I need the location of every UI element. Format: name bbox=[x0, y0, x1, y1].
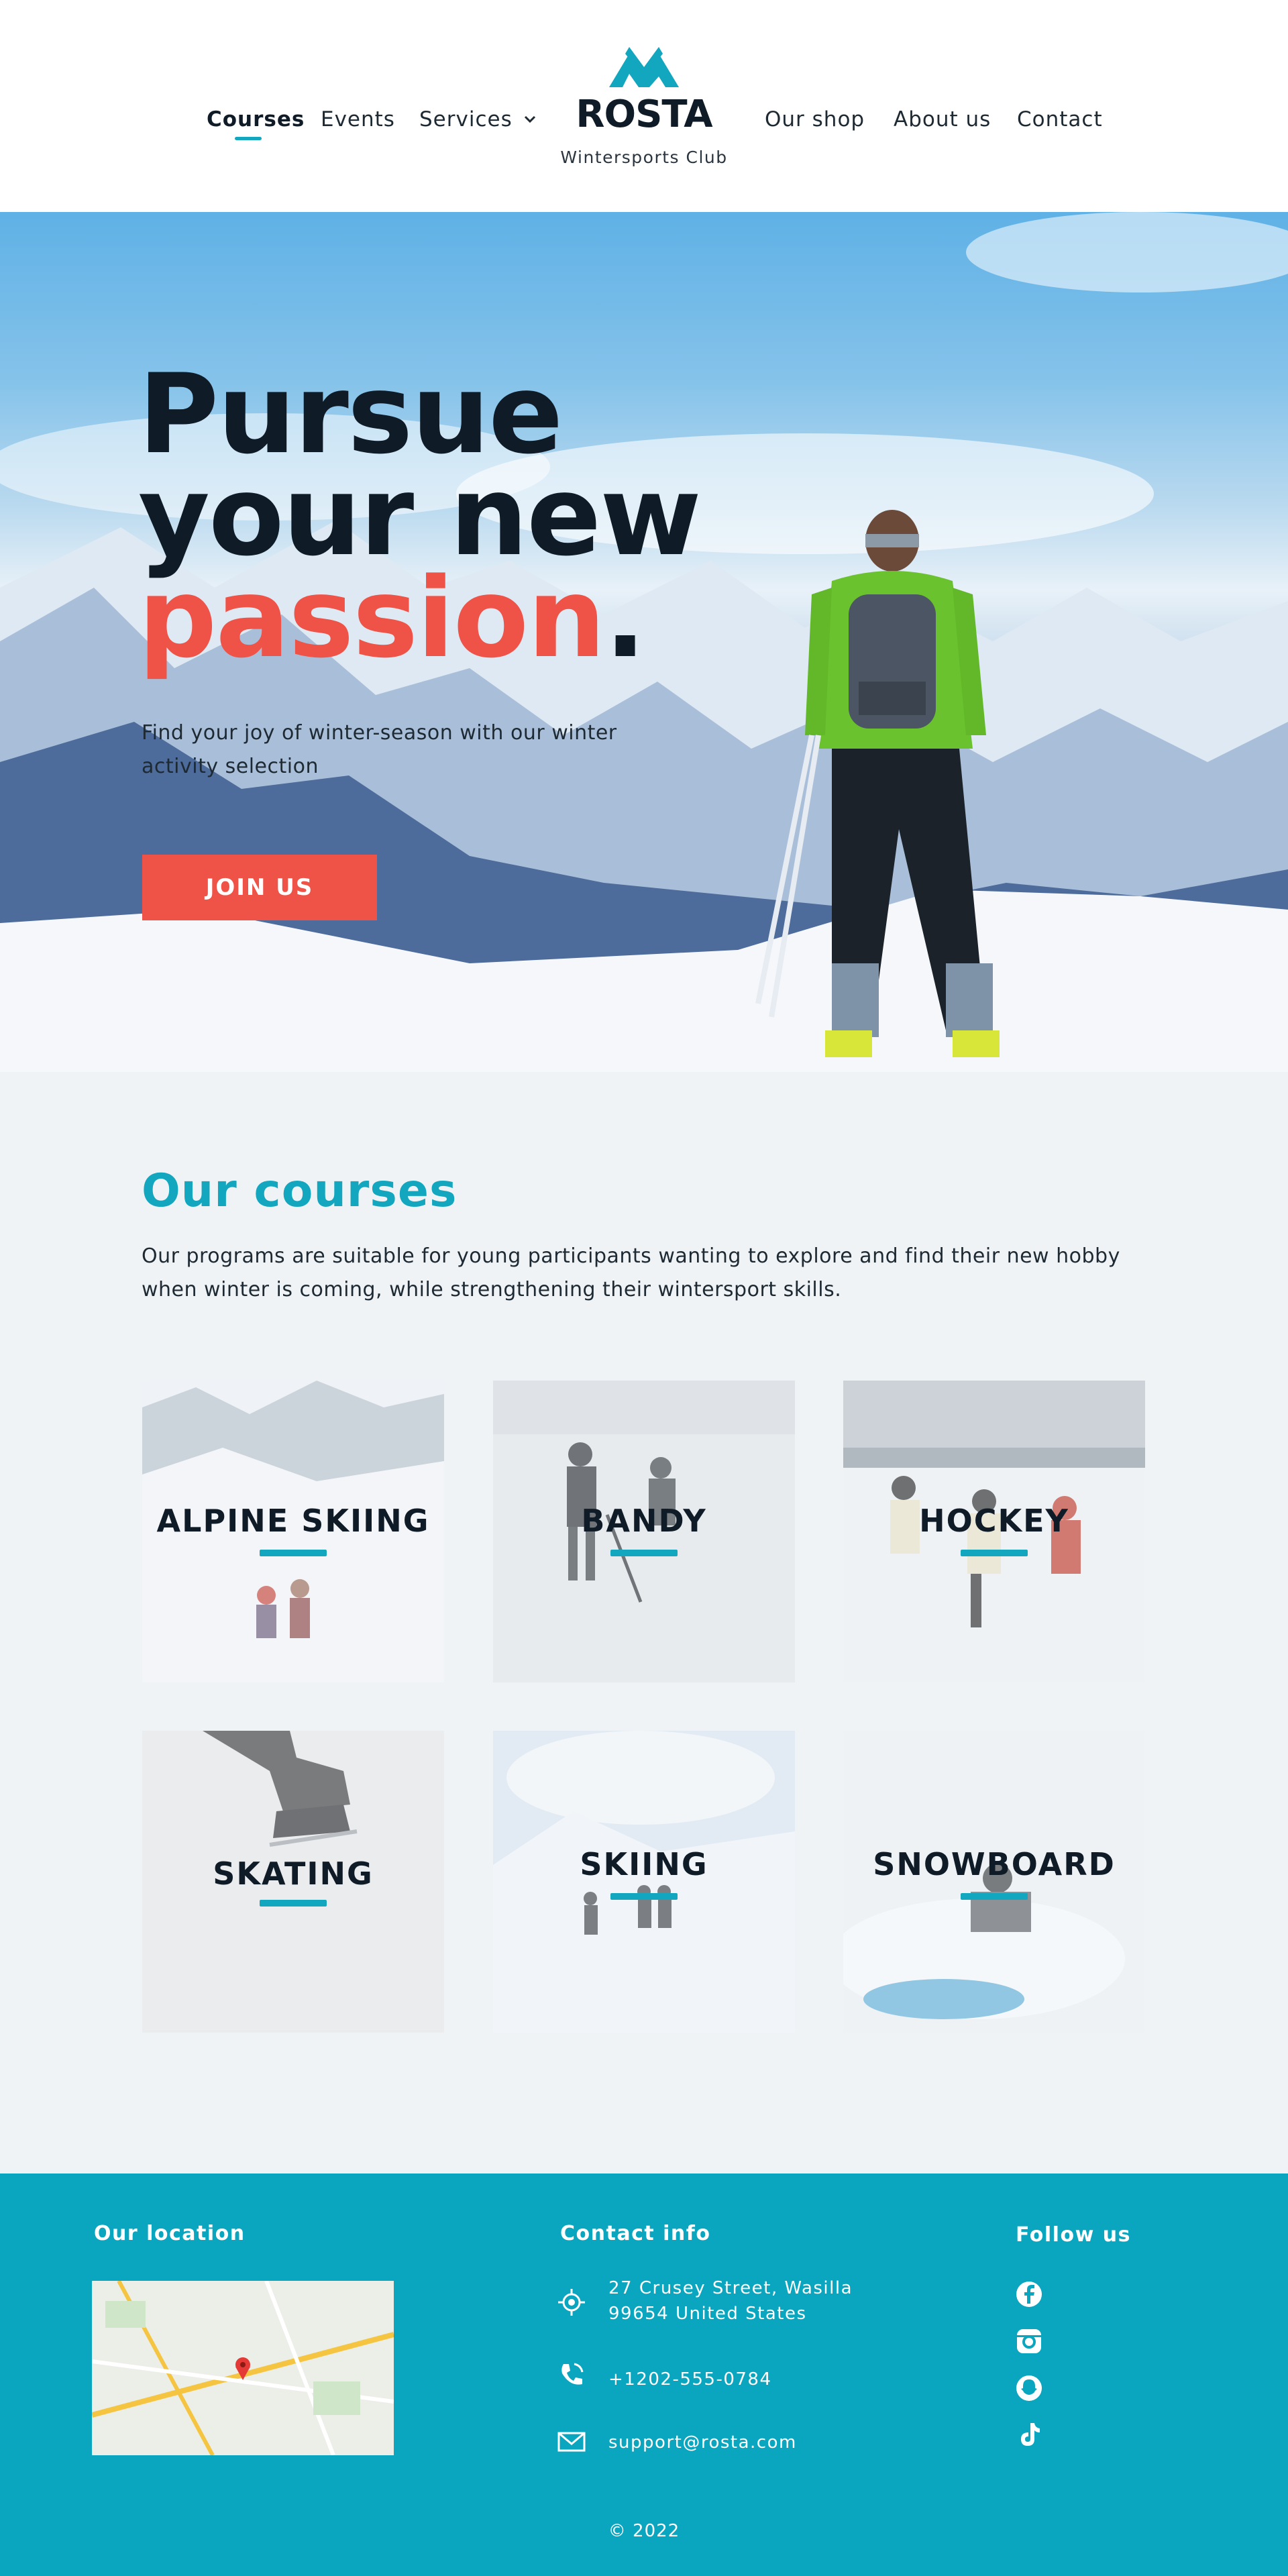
nav-events[interactable]: Events bbox=[321, 107, 395, 131]
alpine-skiing-underline bbox=[260, 1550, 327, 1556]
instagram-icon[interactable] bbox=[1014, 2326, 1044, 2356]
location-heading: Our location bbox=[94, 2222, 246, 2245]
tiktok-icon[interactable] bbox=[1014, 2420, 1044, 2450]
snowboard-underline bbox=[961, 1893, 1028, 1900]
hockey-underline bbox=[961, 1550, 1028, 1556]
map-image bbox=[92, 2281, 394, 2455]
copyright: © 2022 bbox=[608, 2521, 680, 2541]
skiing-label: SKIING bbox=[580, 1846, 708, 1882]
email-address[interactable]: support@rosta.com bbox=[608, 2430, 797, 2455]
courses-title: Our courses bbox=[142, 1165, 458, 1218]
skating-label: SKATING bbox=[213, 1856, 374, 1892]
skiing-underline bbox=[610, 1893, 678, 1900]
follow-heading: Follow us bbox=[1016, 2223, 1131, 2247]
address-line2: 99654 United States bbox=[608, 2304, 807, 2324]
alpine-skiing-label: ALPINE SKIING bbox=[156, 1503, 430, 1539]
course-card-alpine-skiing[interactable]: ALPINE SKIING bbox=[142, 1381, 444, 1682]
snapchat-icon[interactable] bbox=[1014, 2373, 1044, 2403]
site-footer: Our location Contact info 27 Crusey Stre… bbox=[0, 2174, 1288, 2576]
skier-illustration bbox=[755, 510, 1000, 1057]
hero-section: Pursue your new passion. Find your joy o… bbox=[0, 212, 1288, 1072]
contact-heading: Contact info bbox=[560, 2222, 711, 2245]
hockey-label: HOCKEY bbox=[919, 1503, 1069, 1539]
facebook-icon[interactable] bbox=[1014, 2279, 1044, 2309]
join-us-button[interactable]: JOIN US bbox=[142, 855, 377, 920]
nav-our-shop[interactable]: Our shop bbox=[765, 107, 865, 131]
hero-headline-accent: passion bbox=[138, 554, 606, 682]
bandy-label: BANDY bbox=[581, 1503, 707, 1539]
address: 27 Crusey Street, Wasilla 99654 United S… bbox=[608, 2275, 853, 2326]
course-card-bandy[interactable]: BANDY bbox=[493, 1381, 795, 1682]
phone-number[interactable]: +1202-555-0784 bbox=[608, 2367, 772, 2392]
nav-services-label: Services bbox=[419, 107, 513, 131]
location-pin-icon bbox=[558, 2289, 585, 2316]
hero-headline-line1: Pursue bbox=[138, 350, 563, 478]
courses-section: Our courses Our programs are suitable fo… bbox=[0, 1072, 1288, 2174]
site-header: Courses Events Services ROSTA Winterspor… bbox=[0, 0, 1288, 212]
nav-services[interactable]: Services bbox=[419, 107, 536, 131]
logo-wordmark[interactable]: ROSTA bbox=[570, 93, 718, 136]
snowboard-label: SNOWBOARD bbox=[873, 1846, 1116, 1882]
nav-events-label: Events bbox=[321, 107, 395, 131]
hero-headline-line3: passion. bbox=[138, 564, 742, 674]
nav-courses-label: Courses bbox=[207, 107, 305, 131]
skating-underline bbox=[260, 1900, 327, 1907]
nav-about-us[interactable]: About us bbox=[894, 107, 991, 131]
course-card-snowboard[interactable]: SNOWBOARD bbox=[843, 1731, 1145, 2033]
bandy-underline bbox=[610, 1550, 678, 1556]
location-map[interactable] bbox=[92, 2281, 394, 2455]
active-nav-underline bbox=[235, 137, 262, 140]
logo-tagline: Wintersports Club bbox=[560, 148, 728, 167]
course-card-hockey[interactable]: HOCKEY bbox=[843, 1381, 1145, 1682]
hero-headline-line2: your new bbox=[138, 452, 702, 580]
nav-about-us-label: About us bbox=[894, 107, 991, 131]
nav-contact[interactable]: Contact bbox=[1017, 107, 1103, 131]
nav-our-shop-label: Our shop bbox=[765, 107, 865, 131]
hero-headline: Pursue your new passion. bbox=[138, 350, 742, 674]
address-line1: 27 Crusey Street, Wasilla bbox=[608, 2278, 853, 2298]
hero-headline-period: . bbox=[604, 554, 646, 682]
nav-courses[interactable]: Courses bbox=[207, 107, 305, 140]
phone-icon bbox=[561, 2363, 584, 2385]
chevron-down-icon bbox=[524, 115, 535, 123]
courses-description: Our programs are suitable for young part… bbox=[142, 1244, 1120, 1301]
hero-subtitle: Find your joy of winter-season with our … bbox=[142, 721, 617, 778]
nav-contact-label: Contact bbox=[1017, 107, 1103, 131]
course-card-skating[interactable]: SKATING bbox=[142, 1731, 444, 2033]
course-card-skiing[interactable]: SKIING bbox=[493, 1731, 795, 2033]
email-icon bbox=[557, 2432, 586, 2452]
logo-mountain-icon bbox=[609, 47, 679, 87]
